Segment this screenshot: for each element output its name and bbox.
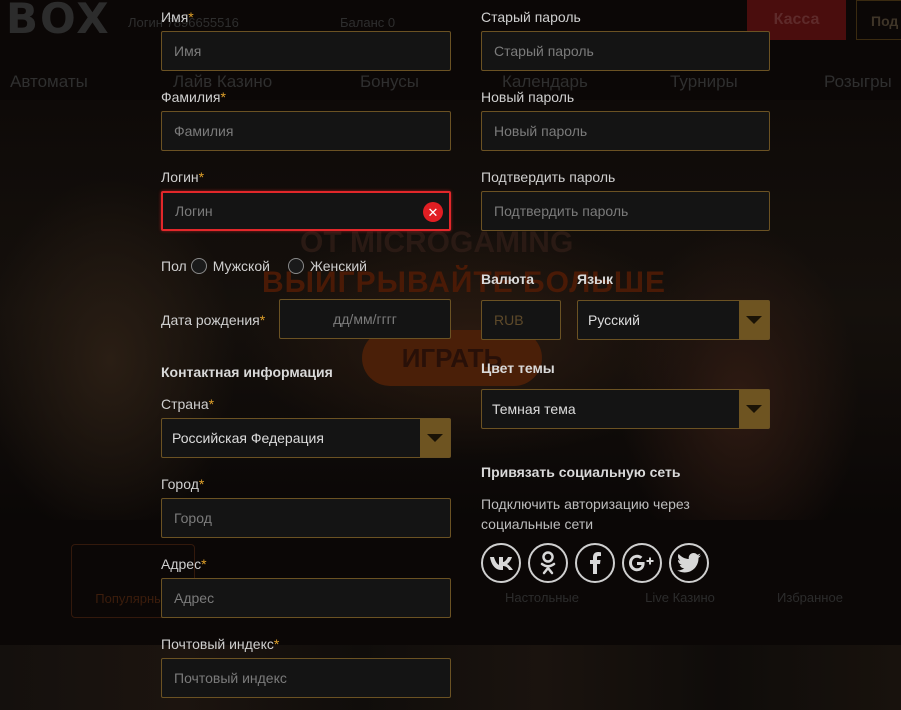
login-input[interactable] bbox=[161, 191, 451, 231]
social-title: Привязать социальную сеть bbox=[481, 464, 681, 480]
nav-item-slots[interactable]: Автоматы bbox=[10, 72, 88, 92]
balance-info: Баланс 0 bbox=[340, 15, 396, 30]
chevron-down-icon[interactable] bbox=[739, 301, 769, 339]
theme-value: Темная тема bbox=[492, 401, 576, 417]
gender-group: Пол Мужской Женский bbox=[161, 258, 385, 274]
address-input[interactable] bbox=[161, 578, 451, 618]
gender-male-option[interactable]: Мужской bbox=[190, 258, 270, 274]
chevron-down-icon[interactable] bbox=[420, 419, 450, 457]
nav-item-bonuses[interactable]: Бонусы bbox=[360, 72, 419, 92]
social-buttons bbox=[481, 543, 716, 583]
gender-male-radio[interactable] bbox=[190, 258, 207, 274]
new-password-input[interactable] bbox=[481, 111, 770, 151]
birth-date-input[interactable] bbox=[279, 299, 451, 339]
birth-date-label: Дата рождения* bbox=[161, 312, 266, 328]
gender-label: Пол bbox=[161, 258, 187, 274]
postal-code-input[interactable] bbox=[161, 658, 451, 698]
facebook-icon[interactable] bbox=[575, 543, 615, 583]
twitter-icon[interactable] bbox=[669, 543, 709, 583]
first-name-input[interactable] bbox=[161, 31, 451, 71]
theme-select[interactable]: Темная тема bbox=[481, 389, 770, 429]
category-favorites[interactable]: Избранное bbox=[748, 544, 872, 618]
country-value: Российская Федерация bbox=[172, 430, 324, 446]
gender-female-option[interactable]: Женский bbox=[287, 258, 367, 274]
close-circle-icon[interactable]: ✕ bbox=[423, 202, 443, 222]
last-name-label: Фамилия* bbox=[161, 89, 226, 105]
last-name-input[interactable] bbox=[161, 111, 451, 151]
first-name-label: Имя* bbox=[161, 9, 194, 25]
theme-label: Цвет темы bbox=[481, 360, 555, 376]
contact-info-title: Контактная информация bbox=[161, 364, 333, 380]
country-label: Страна* bbox=[161, 396, 215, 412]
language-label: Язык bbox=[577, 271, 613, 287]
city-input[interactable] bbox=[161, 498, 451, 538]
gender-male-label: Мужской bbox=[212, 258, 270, 274]
currency-label: Валюта bbox=[481, 271, 535, 287]
currency-input[interactable] bbox=[481, 300, 561, 340]
header-login-button[interactable]: Под bbox=[856, 0, 901, 40]
country-select[interactable]: Российская Федерация bbox=[161, 418, 451, 458]
banner-subtitle: OT MICROGAMING bbox=[300, 226, 574, 259]
new-password-label: Новый пароль bbox=[481, 89, 575, 105]
language-select[interactable]: Русский bbox=[577, 300, 770, 340]
language-value: Русский bbox=[588, 312, 640, 328]
nav-item-tournaments[interactable]: Турниры bbox=[670, 72, 738, 92]
gender-female-radio[interactable] bbox=[287, 258, 304, 274]
gender-female-label: Женский bbox=[309, 258, 367, 274]
site-logo: BOX bbox=[6, 0, 111, 43]
odnoklassniki-icon[interactable] bbox=[528, 543, 568, 583]
address-label: Адрес* bbox=[161, 556, 207, 572]
city-label: Город* bbox=[161, 476, 205, 492]
social-description: Подключить авторизацию через социальные … bbox=[481, 496, 690, 532]
nav-item-draws[interactable]: Розыгры bbox=[824, 72, 892, 92]
google-plus-icon[interactable] bbox=[622, 543, 662, 583]
old-password-input[interactable] bbox=[481, 31, 770, 71]
login-label: Логин* bbox=[161, 169, 205, 185]
chevron-down-icon[interactable] bbox=[739, 390, 769, 428]
vk-icon[interactable] bbox=[481, 543, 521, 583]
old-password-label: Старый пароль bbox=[481, 9, 581, 25]
confirm-password-input[interactable] bbox=[481, 191, 770, 231]
postal-code-label: Почтовый индекс* bbox=[161, 636, 280, 652]
confirm-password-label: Подтвердить пароль bbox=[481, 169, 616, 185]
